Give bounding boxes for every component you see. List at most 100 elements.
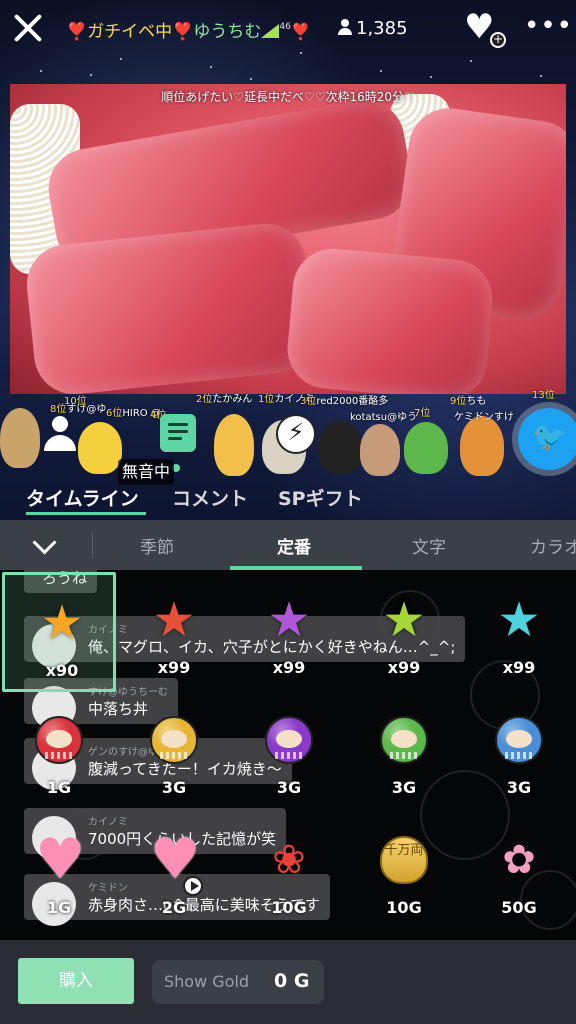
gift-item[interactable]: 3G: [232, 692, 346, 812]
gift-price: 10G: [271, 898, 307, 917]
gift-price: x99: [272, 658, 306, 677]
gift-item[interactable]: 千万両 10G: [347, 812, 461, 932]
category-tab-karaoke[interactable]: カラオ: [530, 533, 576, 558]
heart-icon: ♥: [35, 827, 86, 892]
daruma-gold-icon: [150, 716, 198, 764]
rank-user-name: ケミドンすけ: [454, 412, 514, 423]
person-icon: [338, 19, 352, 35]
ranking-tag: ケミドンすけ: [454, 408, 514, 423]
follow-button[interactable]: ♥ +: [464, 10, 506, 48]
gift-price: 1G: [46, 778, 72, 797]
gold-label: Show Gold: [164, 972, 250, 991]
rank-number: 13位: [532, 390, 555, 401]
gift-item[interactable]: ★ x99: [462, 572, 576, 692]
gold-coin-icon: 千万両: [380, 836, 428, 884]
gift-footer: 購入 Show Gold 0 G: [0, 940, 576, 1024]
gift-category-bar: 季節 定番 文字 カラオ: [0, 520, 576, 570]
gift-item[interactable]: ★ x90: [2, 572, 116, 692]
ranking-tag: 9位ちも: [450, 392, 486, 407]
ranking-tag: 3位red2000番酪多: [300, 392, 388, 407]
show-gold-balance: Show Gold 0 G: [152, 960, 324, 1004]
daruma-red-icon: [35, 716, 83, 764]
ranking-tag: 7位: [414, 404, 430, 419]
tuna-slice: [284, 245, 496, 394]
gift-price: 50G: [501, 898, 537, 917]
category-tab-standard[interactable]: 定番: [277, 533, 311, 558]
gold-value: 0 G: [274, 970, 310, 992]
gift-item[interactable]: 1G: [2, 692, 116, 812]
gift-price: 1G: [46, 898, 72, 917]
gift-price: x99: [387, 658, 421, 677]
document-icon[interactable]: [160, 414, 196, 452]
star-dot: [470, 60, 472, 62]
ranking-avatar[interactable]: [360, 424, 400, 476]
star-cyan-icon: ★: [497, 592, 541, 648]
plus-icon: +: [490, 32, 506, 48]
twitter-icon[interactable]: [518, 408, 576, 470]
gift-item[interactable]: ♥ 2G: [117, 812, 231, 932]
gift-price: 3G: [391, 778, 417, 797]
gift-item[interactable]: ★ x99: [347, 572, 461, 692]
gift-item[interactable]: ★ x99: [117, 572, 231, 692]
daruma-purple-icon: [265, 716, 313, 764]
tab-timeline[interactable]: タイムライン: [26, 484, 139, 511]
gift-price: x90: [45, 661, 79, 680]
gift-item[interactable]: ♥ 1G: [2, 812, 116, 932]
ranking-avatar[interactable]: [0, 408, 40, 468]
video-player[interactable]: 順位あげたい♡延長中だべ♡♡次枠16時20分♡: [10, 84, 566, 394]
tab-active-indicator: [26, 512, 146, 515]
signal-icon: [261, 24, 280, 38]
gift-panel: 季節 定番 文字 カラオ ろうね カイノミ 俺、マグロ、イカ、穴子がとにかく好きやね…: [0, 520, 576, 1024]
viewer-count: 1,385: [338, 18, 408, 39]
gift-grid: ★ x90 ★ x99 ★ x99 ★ x99 ★ x99 1G 3G 3G 3G 3G ♥ 1G ♥ 2G ❀ 10G…: [0, 570, 576, 940]
star-orange-icon: ★: [40, 595, 84, 651]
ranking-avatar[interactable]: [214, 414, 254, 476]
star-red-icon: ★: [152, 592, 196, 648]
gift-item[interactable]: ✿ 50G: [462, 812, 576, 932]
ranking-avatar[interactable]: [78, 422, 122, 474]
profile-icon[interactable]: [40, 415, 80, 455]
gift-item[interactable]: ❀ 10G: [232, 812, 346, 932]
ranking-avatar[interactable]: [404, 422, 448, 474]
main-tabs: タイムライン コメント SPギフト: [0, 484, 576, 520]
gift-item[interactable]: ★ x99: [232, 572, 346, 692]
gift-price: 10G: [386, 898, 422, 917]
play-icon: [183, 876, 203, 896]
star-dot: [430, 76, 432, 78]
star-green-icon: ★: [382, 592, 426, 648]
category-tab-text[interactable]: 文字: [412, 533, 446, 558]
star-dot: [380, 70, 382, 72]
ranking-avatar[interactable]: [318, 420, 362, 474]
broadcaster-prefix: ❣️ガチイベ中❣️: [66, 22, 194, 42]
star-dot: [250, 78, 252, 80]
viewer-count-value: 1,385: [356, 18, 408, 39]
daruma-green-icon: [380, 716, 428, 764]
rank-number: 2位: [196, 394, 213, 405]
gift-price: 3G: [161, 778, 187, 797]
rank-user-name: たかみん: [212, 394, 253, 405]
daruma-blue-icon: [495, 716, 543, 764]
rose-icon: ❀: [272, 837, 306, 883]
star-dot: [40, 70, 42, 72]
rank-user-name: ちも: [466, 396, 487, 407]
rank-number: 9位: [450, 396, 467, 407]
tab-comment[interactable]: コメント: [172, 484, 248, 511]
chevron-down-icon[interactable]: [30, 534, 60, 556]
broadcaster-title[interactable]: ❣️ガチイベ中❣️ゆうちむ 46❣️: [66, 17, 311, 42]
stream-ticker: 順位あげたい♡延長中だべ♡♡次枠16時20分♡: [161, 90, 415, 104]
close-icon[interactable]: [10, 10, 46, 46]
lightning-icon[interactable]: [276, 414, 316, 454]
ranking-avatar[interactable]: [460, 416, 504, 476]
gift-item[interactable]: 3G: [462, 692, 576, 812]
gift-item[interactable]: 3G: [347, 692, 461, 812]
buy-button[interactable]: 購入: [18, 958, 134, 1004]
broadcaster-suffix: ❣️: [290, 22, 311, 41]
gift-price: x99: [157, 658, 191, 677]
rank-user-name: kotatsu@ゆう: [350, 412, 418, 423]
more-icon[interactable]: •••: [524, 13, 572, 39]
category-tab-season[interactable]: 季節: [140, 533, 174, 558]
tab-sp-gift[interactable]: SPギフト: [278, 484, 363, 511]
ranking-tag: 2位たかみん: [196, 390, 252, 405]
ranking-tag: kotatsu@ゆう: [350, 408, 417, 423]
gift-item[interactable]: 3G: [117, 692, 231, 812]
